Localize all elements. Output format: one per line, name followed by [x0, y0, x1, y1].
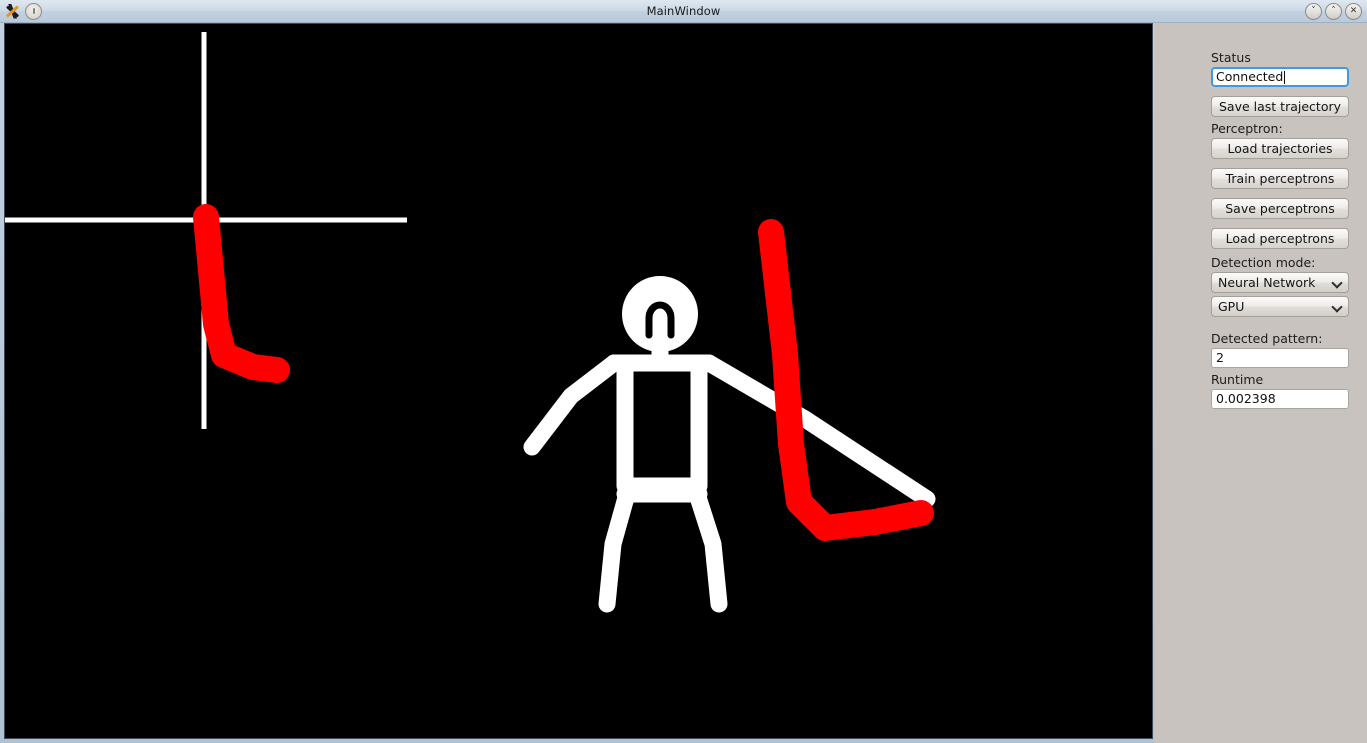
status-label: Status — [1211, 50, 1251, 65]
control-panel-content: Status Connected Save last trajectory Pe… — [1211, 50, 1351, 409]
minimize-icon[interactable]: ˅ — [1305, 2, 1322, 20]
status-value: Connected — [1216, 69, 1284, 84]
device-select[interactable]: GPU — [1211, 296, 1349, 317]
status-field[interactable]: Connected — [1211, 67, 1349, 87]
text-cursor — [1284, 70, 1286, 84]
window-controls: ˅ ˄ ✕ — [1247, 2, 1367, 20]
train-perceptrons-button[interactable]: Train perceptrons — [1211, 168, 1349, 189]
save-perceptrons-button[interactable]: Save perceptrons — [1211, 198, 1349, 219]
detection-mode-select[interactable]: Neural Network — [1211, 272, 1349, 293]
runtime-field[interactable]: 0.002398 — [1211, 389, 1349, 409]
detected-pattern-label: Detected pattern: — [1211, 331, 1323, 346]
detection-mode-value: Neural Network — [1218, 275, 1316, 290]
detection-mode-label: Detection mode: — [1211, 255, 1316, 270]
canvas-drawing — [5, 24, 1152, 738]
runtime-value: 0.002398 — [1216, 391, 1276, 406]
chevron-down-icon — [1333, 278, 1342, 287]
maximize-icon[interactable]: ˄ — [1325, 2, 1342, 20]
detected-pattern-value: 2 — [1216, 350, 1224, 365]
window-title: MainWindow — [646, 4, 721, 18]
save-last-trajectory-button[interactable]: Save last trajectory — [1211, 96, 1349, 117]
close-icon[interactable]: ✕ — [1345, 2, 1362, 20]
runtime-label: Runtime — [1211, 372, 1264, 387]
title-bar: MainWindow ˅ ˄ ✕ — [0, 0, 1367, 23]
perceptron-section-label: Perceptron: — [1211, 121, 1283, 136]
application-x-icon[interactable] — [4, 3, 21, 20]
load-trajectories-button[interactable]: Load trajectories — [1211, 138, 1349, 159]
chevron-down-icon — [1333, 302, 1342, 311]
detected-pattern-field[interactable]: 2 — [1211, 348, 1349, 368]
load-perceptrons-button[interactable]: Load perceptrons — [1211, 228, 1349, 249]
window-menu-icon[interactable] — [25, 2, 42, 20]
title-bar-left-icons — [0, 2, 120, 20]
main-window: MainWindow ˅ ˄ ✕ Status Connected Save l… — [0, 0, 1367, 743]
device-value: GPU — [1218, 299, 1245, 314]
tracking-canvas[interactable] — [4, 23, 1153, 739]
control-panel: Status Connected Save last trajectory Pe… — [1154, 23, 1367, 743]
